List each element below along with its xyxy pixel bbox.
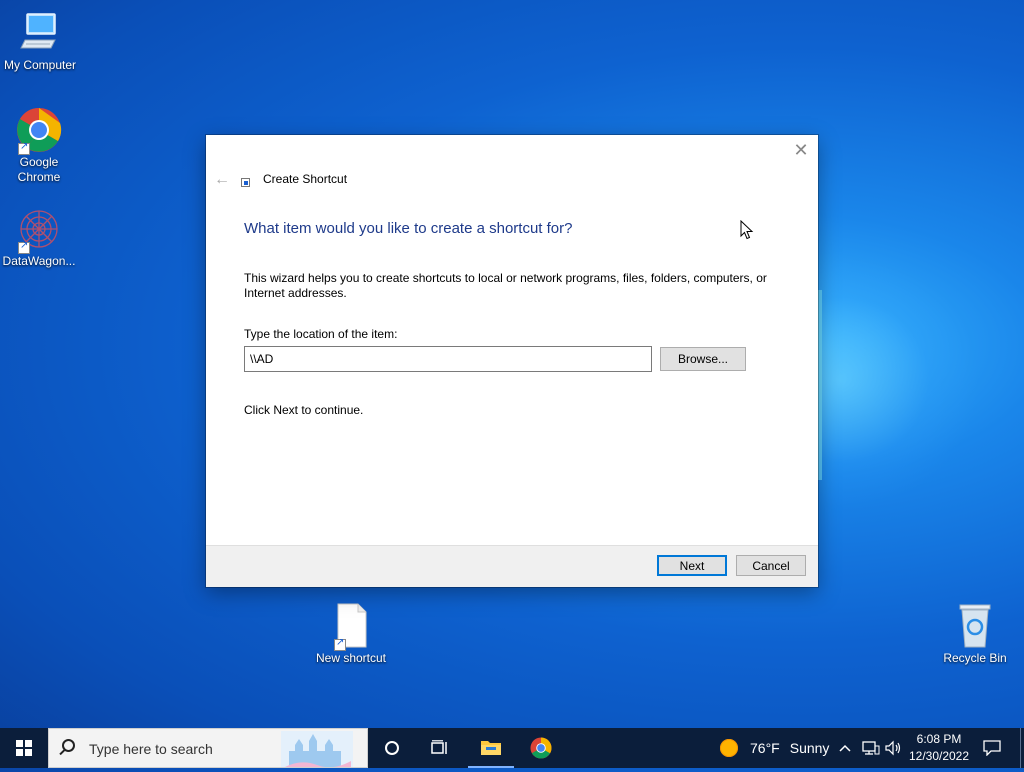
weather-temperature: 76°F <box>750 740 780 756</box>
create-shortcut-dialog: ✕ ← Create Shortcut What item would you … <box>206 135 818 587</box>
desktop-icon-google-chrome[interactable]: Google Chrome <box>0 107 79 185</box>
dialog-title: Create Shortcut <box>263 172 348 186</box>
desktop-icon-datawagon[interactable]: DataWagon... <box>0 206 79 269</box>
next-button[interactable]: Next <box>657 555 727 576</box>
taskbar-chrome[interactable] <box>518 728 564 768</box>
taskbar-clock[interactable]: 6:08 PM 12/30/2022 <box>903 731 975 765</box>
wizard-heading: What item would you like to create a sho… <box>244 220 573 237</box>
cortana-circle-icon <box>385 741 399 755</box>
search-icon <box>62 739 75 752</box>
desktop-icon-new-shortcut[interactable]: New shortcut <box>311 603 391 666</box>
desktop-icon-label: Google Chrome <box>17 155 61 184</box>
volume-button[interactable] <box>885 728 903 768</box>
folder-icon <box>481 741 501 755</box>
show-desktop-button[interactable] <box>1020 728 1024 768</box>
cortana-button[interactable] <box>372 728 412 768</box>
wizard-description: This wizard helps you to create shortcut… <box>244 271 767 300</box>
weather-description: Sunny <box>789 740 830 756</box>
start-button[interactable] <box>0 728 48 768</box>
cancel-button[interactable]: Cancel <box>736 555 806 576</box>
desktop-icon-recycle-bin[interactable]: Recycle Bin <box>935 603 1015 666</box>
wallpaper-light-beam <box>818 290 822 480</box>
desktop-icon-label: DataWagon... <box>2 254 76 268</box>
search-highlight-castle-icon <box>281 731 353 768</box>
desktop-icon-label: My Computer <box>3 58 77 72</box>
chevron-up-icon <box>839 744 851 752</box>
taskbar-search-box[interactable]: Type here to search <box>48 728 368 768</box>
chrome-icon <box>530 737 552 759</box>
search-placeholder: Type here to search <box>89 741 213 757</box>
network-button[interactable] <box>862 728 880 768</box>
task-view-button[interactable] <box>420 728 460 768</box>
taskbar: Type here to search 76°F Sunny 6:08 PM 1… <box>0 728 1024 768</box>
datawagon-logo-icon <box>16 206 62 254</box>
close-icon[interactable]: ✕ <box>792 141 810 159</box>
notification-icon <box>983 740 1001 756</box>
mouse-cursor-icon <box>740 219 754 245</box>
continue-hint: Click Next to continue. <box>244 403 364 417</box>
taskbar-file-explorer[interactable] <box>468 728 514 768</box>
chrome-icon <box>16 107 62 155</box>
clock-time: 6:08 PM <box>916 732 962 746</box>
clock-date: 12/30/2022 <box>908 749 970 763</box>
computer-icon <box>17 10 63 56</box>
shortcut-wizard-icon <box>241 178 250 187</box>
windows-logo-icon <box>16 740 32 756</box>
shortcut-arrow-icon <box>18 141 30 155</box>
back-arrow-icon[interactable]: ← <box>214 171 230 189</box>
blank-file-icon <box>328 603 374 651</box>
sun-icon <box>720 739 738 757</box>
recycle-bin-icon <box>952 603 998 649</box>
location-label: Type the location of the item: <box>244 327 398 341</box>
task-view-icon <box>431 740 447 754</box>
desktop-icon-label: New shortcut <box>315 651 387 665</box>
location-input[interactable] <box>244 346 652 372</box>
shortcut-arrow-icon <box>334 637 346 651</box>
dialog-footer: Next Cancel <box>206 545 818 587</box>
shortcut-arrow-icon <box>18 240 30 254</box>
browse-button[interactable]: Browse... <box>660 347 746 371</box>
speaker-icon <box>885 740 901 756</box>
tray-overflow-button[interactable] <box>838 728 852 768</box>
desktop-icon-my-computer[interactable]: My Computer <box>0 10 80 73</box>
desktop-icon-label: Recycle Bin <box>943 651 1007 665</box>
network-icon <box>862 741 880 755</box>
action-center-button[interactable] <box>978 728 1006 768</box>
weather-widget[interactable]: 76°F Sunny <box>720 728 829 768</box>
